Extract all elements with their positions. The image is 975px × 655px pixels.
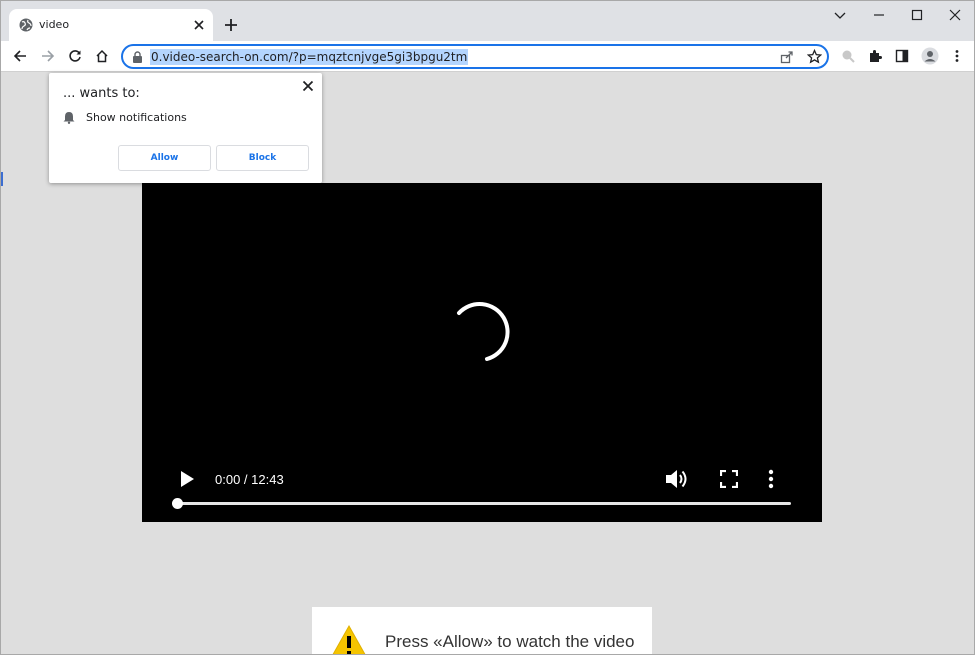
volume-icon[interactable] <box>665 468 689 490</box>
lock-icon[interactable] <box>132 51 143 63</box>
video-player[interactable]: 0:00 / 12:43 <box>142 183 822 522</box>
block-button[interactable]: Block <box>216 145 309 171</box>
puzzle-icon[interactable] <box>868 49 882 63</box>
url-text[interactable]: 0.video-search-on.com/?p=mqztcnjvge5gi3b… <box>150 49 469 65</box>
bell-icon <box>63 112 75 124</box>
address-bar[interactable]: 0.video-search-on.com/?p=mqztcnjvge5gi3b… <box>121 44 829 69</box>
home-icon[interactable] <box>95 49 109 63</box>
star-icon[interactable] <box>807 49 822 64</box>
progress-bar[interactable] <box>178 502 791 505</box>
profile-icon[interactable] <box>921 47 939 65</box>
side-panel-icon[interactable] <box>895 49 909 63</box>
loading-spinner <box>457 302 510 361</box>
browser-window: video 0.video-search-on.com/?p=mqztcnjvg… <box>0 0 975 655</box>
close-icon[interactable] <box>302 80 314 92</box>
search-extension-icon[interactable] <box>841 49 855 63</box>
maximize-icon[interactable] <box>910 8 924 22</box>
banner-message: Press «Allow» to watch the video <box>385 632 635 651</box>
allow-button[interactable]: Allow <box>118 145 211 171</box>
toolbar: 0.video-search-on.com/?p=mqztcnjvge5gi3b… <box>1 41 974 72</box>
more-options-icon[interactable] <box>767 469 775 489</box>
back-arrow-icon[interactable] <box>13 49 27 63</box>
forward-arrow-icon[interactable] <box>41 49 55 63</box>
reload-icon[interactable] <box>68 49 82 63</box>
fullscreen-icon[interactable] <box>720 470 738 488</box>
tab-search-chevron-icon[interactable] <box>833 8 847 22</box>
share-icon[interactable] <box>780 50 794 64</box>
progress-thumb[interactable] <box>172 498 183 509</box>
warning-icon <box>332 624 366 654</box>
prompt-title: ... wants to: <box>63 86 140 101</box>
new-tab-icon[interactable] <box>224 18 238 32</box>
minimize-icon[interactable] <box>872 8 886 22</box>
tab-strip: video <box>1 1 974 41</box>
tab-title: video <box>39 18 70 31</box>
tab-close-icon[interactable] <box>193 19 205 31</box>
time-display: 0:00 / 12:43 <box>215 472 284 487</box>
tab-video[interactable]: video <box>9 9 213 41</box>
allow-banner: Press «Allow» to watch the video <box>312 607 652 654</box>
play-icon[interactable] <box>179 470 195 488</box>
globe-icon <box>19 18 33 32</box>
edge-marker <box>1 172 3 186</box>
close-window-icon[interactable] <box>948 8 962 22</box>
kebab-menu-icon[interactable] <box>950 49 964 63</box>
permission-label: Show notifications <box>86 111 187 124</box>
notification-permission-prompt: ... wants to: Show notifications Allow B… <box>49 73 322 183</box>
